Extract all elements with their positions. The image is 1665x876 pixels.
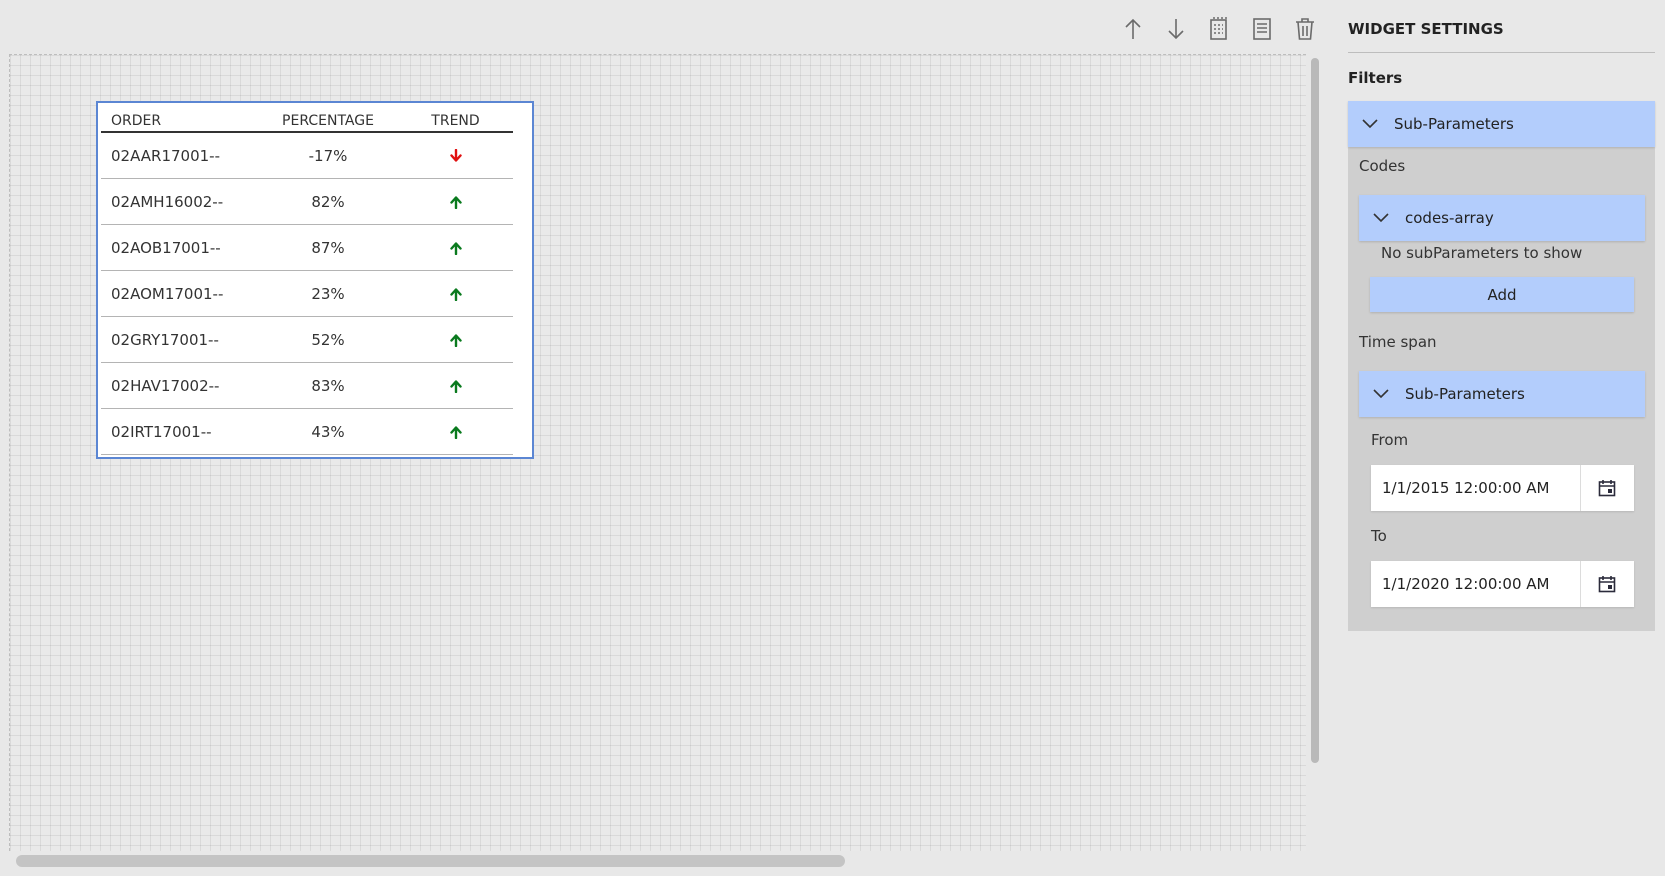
order-cell: 02AMH16002-- bbox=[111, 192, 224, 211]
panel-title: WIDGET SETTINGS bbox=[1348, 20, 1655, 53]
arrow-up-icon bbox=[449, 426, 462, 439]
horizontal-scrollbar[interactable] bbox=[16, 855, 845, 867]
codes-array-accordion[interactable]: codes-array bbox=[1359, 195, 1645, 241]
table-widget[interactable]: ORDER PERCENTAGE TREND 02AAR17001-- -17% 0… bbox=[96, 101, 534, 459]
filters-box: Sub-Parameters Codes codes-array No subP… bbox=[1348, 101, 1655, 631]
time-span-accordion[interactable]: Sub-Parameters bbox=[1359, 371, 1645, 417]
header-percentage: PERCENTAGE bbox=[282, 113, 374, 129]
percentage-cell: -17% bbox=[308, 146, 348, 165]
chevron-down-icon bbox=[1373, 389, 1389, 399]
to-label: To bbox=[1371, 527, 1387, 545]
sub-parameters-label: Sub-Parameters bbox=[1394, 115, 1514, 133]
widget-settings-panel: WIDGET SETTINGS Filters Sub-Parameters C… bbox=[1348, 0, 1665, 876]
orders-table: ORDER PERCENTAGE TREND 02AAR17001-- -17% 0… bbox=[101, 103, 513, 455]
table-row: 02AMH16002-- 82% bbox=[101, 179, 513, 225]
to-date-field bbox=[1371, 561, 1634, 607]
table-body: 02AAR17001-- -17% 02AMH16002-- 82% 02AOB1700… bbox=[101, 133, 513, 455]
table-header: ORDER PERCENTAGE TREND bbox=[101, 103, 513, 133]
arrow-up-icon bbox=[449, 380, 462, 393]
percentage-cell: 43% bbox=[311, 422, 345, 441]
trend-cell bbox=[398, 239, 513, 257]
percentage-cell: 87% bbox=[311, 238, 345, 257]
arrow-up-icon bbox=[449, 288, 462, 301]
trend-cell bbox=[398, 423, 513, 441]
trash-icon[interactable] bbox=[1290, 14, 1320, 44]
codes-array-label: codes-array bbox=[1405, 209, 1494, 227]
trend-cell bbox=[398, 193, 513, 211]
vertical-scrollbar[interactable] bbox=[1311, 58, 1319, 763]
add-button[interactable]: Add bbox=[1370, 277, 1634, 312]
order-cell: 02HAV17002-- bbox=[111, 376, 220, 395]
trend-cell bbox=[398, 147, 513, 165]
copy-icon[interactable] bbox=[1204, 14, 1234, 44]
header-order: ORDER bbox=[111, 113, 162, 129]
from-date-field bbox=[1371, 465, 1634, 511]
move-down-icon[interactable] bbox=[1161, 14, 1191, 44]
filters-heading: Filters bbox=[1348, 69, 1403, 87]
table-row: 02AOM17001-- 23% bbox=[101, 271, 513, 317]
percentage-cell: 82% bbox=[311, 192, 345, 211]
order-cell: 02AOM17001-- bbox=[111, 284, 224, 303]
table-row: 02AOB17001-- 87% bbox=[101, 225, 513, 271]
table-row: 02IRT17001-- 43% bbox=[101, 409, 513, 455]
time-span-label: Time span bbox=[1359, 333, 1437, 351]
calendar-icon[interactable] bbox=[1581, 465, 1634, 511]
header-trend: TREND bbox=[431, 113, 480, 129]
time-span-sub-label: Sub-Parameters bbox=[1405, 385, 1525, 403]
trend-cell bbox=[398, 285, 513, 303]
arrow-up-icon bbox=[449, 196, 462, 209]
trend-cell bbox=[398, 331, 513, 349]
order-cell: 02IRT17001-- bbox=[111, 422, 212, 441]
order-cell: 02AOB17001-- bbox=[111, 238, 221, 257]
order-cell: 02GRY17001-- bbox=[111, 330, 219, 349]
percentage-cell: 83% bbox=[311, 376, 345, 395]
percentage-cell: 23% bbox=[311, 284, 345, 303]
chevron-down-icon bbox=[1373, 213, 1389, 223]
no-subparameters-text: No subParameters to show bbox=[1381, 244, 1583, 262]
arrow-up-icon bbox=[449, 334, 462, 347]
from-label: From bbox=[1371, 431, 1409, 449]
widget-toolbar bbox=[1118, 14, 1320, 44]
calendar-icon[interactable] bbox=[1581, 561, 1634, 607]
move-up-icon[interactable] bbox=[1118, 14, 1148, 44]
percentage-cell: 52% bbox=[311, 330, 345, 349]
chevron-down-icon bbox=[1362, 119, 1378, 129]
trend-cell bbox=[398, 377, 513, 395]
to-date-input[interactable] bbox=[1371, 574, 1580, 594]
table-row: 02AAR17001-- -17% bbox=[101, 133, 513, 179]
table-row: 02GRY17001-- 52% bbox=[101, 317, 513, 363]
from-date-input[interactable] bbox=[1371, 478, 1580, 498]
table-row: 02HAV17002-- 83% bbox=[101, 363, 513, 409]
codes-label: Codes bbox=[1359, 157, 1406, 175]
arrow-up-icon bbox=[449, 242, 462, 255]
document-icon[interactable] bbox=[1247, 14, 1277, 44]
sub-parameters-accordion[interactable]: Sub-Parameters bbox=[1348, 101, 1655, 147]
order-cell: 02AAR17001-- bbox=[111, 146, 220, 165]
arrow-down-icon bbox=[449, 149, 462, 162]
